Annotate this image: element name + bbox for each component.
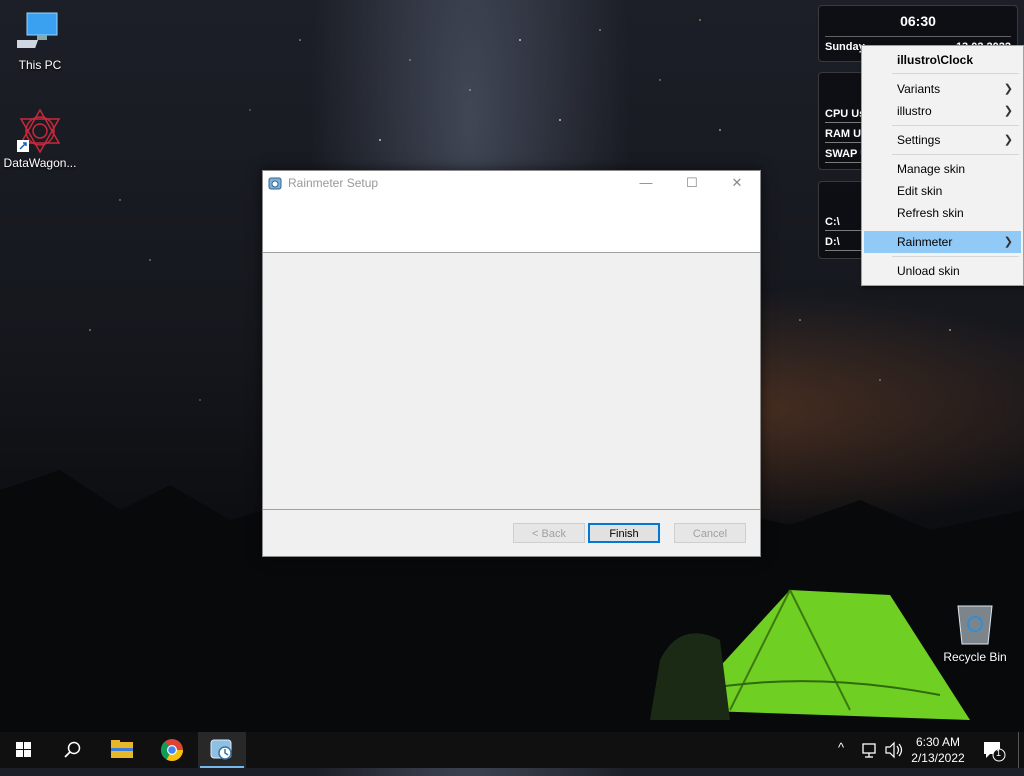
taskbar-chrome[interactable] — [148, 732, 196, 768]
search-icon — [64, 741, 81, 758]
menu-item-label: Manage skin — [897, 162, 966, 176]
divider — [825, 36, 1011, 37]
window-titlebar[interactable]: Rainmeter Setup — ☐ ✕ — [263, 171, 760, 195]
taskbar-time: 6:30 AM — [915, 735, 961, 749]
desktop: This PC DataWagon... Recycle Bin 06:30 S… — [0, 0, 1024, 732]
menu-separator — [892, 125, 1019, 126]
menu-item-label: Variants — [897, 82, 941, 96]
notification-count: 1 — [996, 748, 1002, 758]
desktop-icon-this-pc[interactable]: This PC — [0, 10, 80, 72]
file-explorer-icon — [111, 740, 133, 758]
clock-time: 06:30 — [900, 13, 936, 29]
tent-illustration — [650, 589, 970, 720]
menu-item-rainmeter[interactable]: Rainmeter ❯ — [864, 231, 1021, 253]
cancel-button[interactable]: Cancel — [674, 523, 746, 543]
window-title: Rainmeter Setup — [288, 176, 379, 190]
menu-item-illustro[interactable]: illustro ❯ — [864, 100, 1021, 122]
menu-item-manage-skin[interactable]: Manage skin — [864, 158, 1021, 180]
rainmeter-context-menu: illustro\Clock Variants ❯ illustro ❯ Set… — [861, 45, 1024, 286]
menu-item-label: Refresh skin — [897, 206, 964, 220]
rainmeter-setup-icon — [210, 739, 232, 760]
show-desktop-button[interactable] — [1018, 732, 1024, 768]
notification-icon — [984, 742, 1006, 762]
chevron-right-icon: ❯ — [1003, 236, 1013, 248]
back-button[interactable]: < Back — [513, 523, 585, 543]
menu-item-label: Settings — [897, 133, 941, 147]
menu-item-unload-skin[interactable]: Unload skin — [864, 260, 1021, 282]
show-hidden-icons-chevron[interactable]: ^ — [838, 740, 844, 776]
recycle-bin-icon — [952, 602, 998, 648]
desktop-icon-label: This PC — [18, 58, 62, 72]
menu-separator — [892, 154, 1019, 155]
menu-item-label: Edit skin — [897, 184, 943, 198]
datawagon-icon — [17, 108, 63, 154]
setup-content-panel — [263, 253, 760, 510]
menu-item-variants[interactable]: Variants ❯ — [864, 78, 1021, 100]
taskbar-rainmeter-setup[interactable] — [198, 732, 246, 768]
chevron-right-icon: ❯ — [1003, 134, 1013, 146]
start-button[interactable] — [0, 732, 48, 768]
rainmeter-setup-window: Rainmeter Setup — ☐ ✕ < Back Finish Canc… — [262, 170, 761, 557]
close-button[interactable]: ✕ — [714, 171, 760, 195]
windows-start-icon — [16, 742, 31, 757]
rainmeter-app-icon — [267, 175, 283, 191]
menu-item-label: illustro — [897, 104, 932, 118]
desktop-icon-label: DataWagon... — [3, 156, 77, 170]
finish-button[interactable]: Finish — [588, 523, 660, 543]
this-pc-icon — [9, 10, 63, 56]
taskbar-clock[interactable]: 6:30 AM 2/13/2022 — [900, 732, 976, 765]
desktop-icon-datawagon[interactable]: DataWagon... — [0, 108, 80, 170]
menu-separator — [892, 256, 1019, 257]
taskbar: ^ 6:30 AM 2/13/2022 1 — [0, 732, 1024, 768]
menu-header-skin-name[interactable]: illustro\Clock — [864, 49, 1021, 71]
menu-item-label: Unload skin — [897, 264, 960, 278]
desktop-icon-label: Recycle Bin — [943, 650, 1007, 664]
disk-d-label: D:\ — [825, 236, 840, 248]
setup-header-panel — [263, 195, 760, 253]
menu-item-label: Rainmeter — [897, 235, 953, 249]
cpu-usage-label: CPU Us — [825, 108, 866, 120]
taskbar-date: 2/13/2022 — [911, 751, 965, 765]
taskbar-file-explorer[interactable] — [98, 732, 146, 768]
chevron-right-icon: ❯ — [1003, 83, 1013, 95]
desktop-icon-recycle-bin[interactable]: Recycle Bin — [935, 602, 1015, 664]
menu-item-settings[interactable]: Settings ❯ — [864, 129, 1021, 151]
clock-day: Sunday — [825, 41, 865, 53]
action-center-button[interactable]: 1 — [980, 732, 1008, 768]
minimize-button[interactable]: — — [623, 171, 669, 195]
network-icon — [862, 743, 876, 758]
menu-item-edit-skin[interactable]: Edit skin — [864, 180, 1021, 202]
menu-item-refresh-skin[interactable]: Refresh skin — [864, 202, 1021, 224]
disk-c-label: C:\ — [825, 216, 840, 228]
tray-network[interactable] — [860, 732, 880, 768]
chrome-icon — [160, 739, 183, 761]
search-button[interactable] — [48, 732, 96, 768]
chevron-right-icon: ❯ — [1003, 105, 1013, 117]
maximize-button[interactable]: ☐ — [669, 171, 715, 195]
menu-separator — [892, 73, 1019, 74]
